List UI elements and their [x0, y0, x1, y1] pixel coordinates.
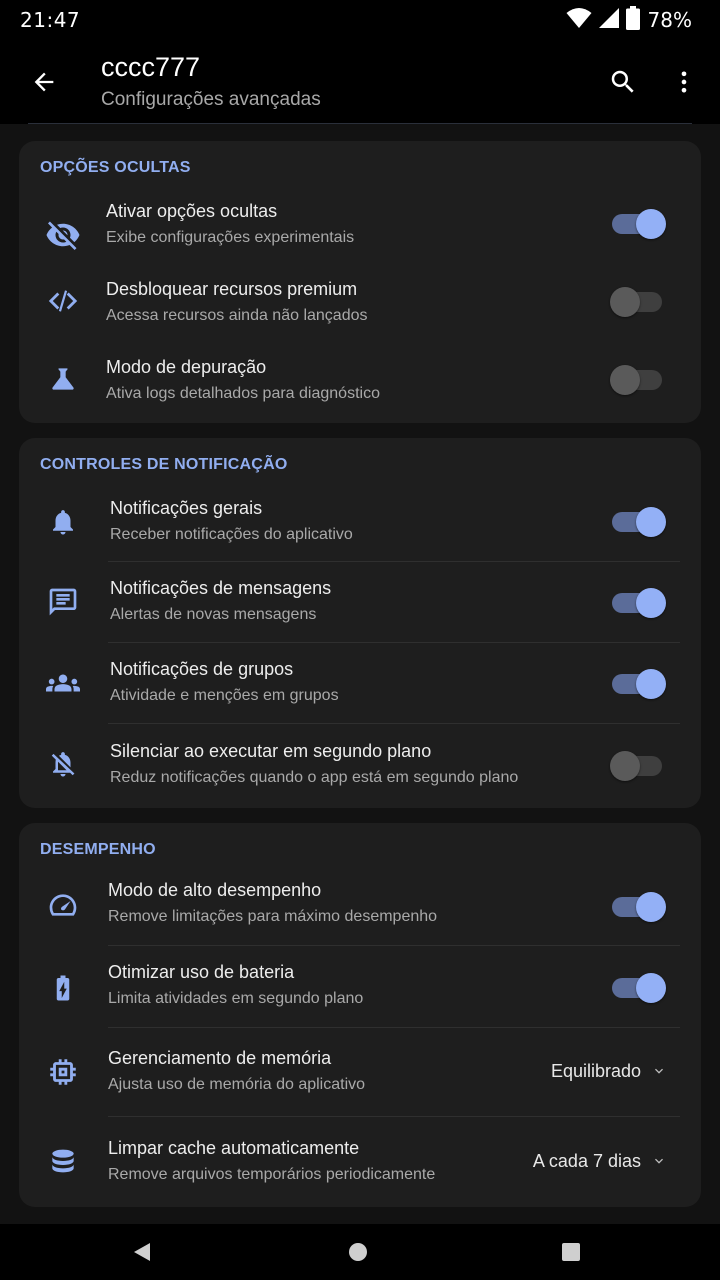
setting-subtitle: Alertas de novas mensagens	[110, 606, 317, 623]
battery-icon	[43, 968, 83, 1008]
setting-row-battery-optimization[interactable]: Otimizar uso de bateria Limita atividade…	[19, 946, 701, 1027]
back-button[interactable]	[22, 60, 66, 104]
page-subtitle: Configurações avançadas	[101, 89, 321, 110]
section-hidden-options: OPÇÕES OCULTAS Ativar opções ocultas Exi…	[19, 141, 701, 423]
debug-toggle[interactable]	[610, 360, 668, 396]
section-notification-controls: CONTROLES DE NOTIFICAÇÃO Notificações ge…	[19, 438, 701, 808]
search-icon	[611, 70, 634, 93]
setting-title: Silenciar ao executar em segundo plano	[110, 741, 432, 761]
setting-title: Otimizar uso de bateria	[108, 962, 295, 982]
setting-row-hidden-options[interactable]: Ativar opções ocultas Exibe configuraçõe…	[19, 193, 701, 271]
status-bar: 21:47 78%	[0, 0, 720, 40]
setting-subtitle: Limita atividades em segundo plano	[108, 990, 364, 1007]
setting-row-memory-management[interactable]: Gerenciamento de memória Ajusta uso de m…	[19, 1028, 701, 1116]
setting-title: Notificações de mensagens	[110, 578, 332, 598]
signal-icon	[598, 7, 620, 33]
flask-icon	[43, 359, 83, 399]
setting-title: Notificações gerais	[110, 498, 263, 518]
auto-clear-cache-dropdown[interactable]: A cada 7 dias	[533, 1146, 667, 1176]
chevron-down-icon	[655, 1158, 663, 1164]
page-title: cccc777	[101, 52, 201, 82]
section-title: DESEMPENHO	[40, 841, 156, 858]
square-recents-icon	[562, 1243, 580, 1261]
setting-subtitle: Receber notificações do aplicativo	[110, 526, 353, 543]
setting-row-general-notifications[interactable]: Notificações gerais Receber notificações…	[19, 490, 701, 561]
group-notifications-toggle[interactable]	[610, 664, 668, 700]
setting-title: Modo de alto desempenho	[108, 880, 322, 900]
setting-row-silence-background[interactable]: Silenciar ao executar em segundo plano R…	[19, 724, 701, 808]
message-icon	[43, 582, 83, 622]
memory-management-dropdown[interactable]: Equilibrado	[551, 1056, 667, 1086]
search-button[interactable]	[601, 60, 645, 104]
nav-back-button[interactable]	[122, 1232, 162, 1272]
navigation-bar	[0, 1224, 720, 1280]
status-icons: 78%	[566, 6, 692, 34]
silence-background-toggle[interactable]	[610, 746, 668, 782]
code-icon	[43, 281, 83, 321]
section-title: OPÇÕES OCULTAS	[40, 159, 191, 176]
setting-subtitle: Reduz notificações quando o app está em …	[110, 769, 519, 786]
section-performance: DESEMPENHO Modo de alto desempenho Remov…	[19, 823, 701, 1207]
setting-subtitle: Atividade e menções em grupos	[110, 687, 339, 704]
eye-off-icon	[43, 215, 83, 255]
setting-row-high-performance[interactable]: Modo de alto desempenho Remove limitaçõe…	[19, 873, 701, 945]
setting-subtitle: Remove arquivos temporários periodicamen…	[108, 1166, 436, 1183]
chevron-down-icon	[655, 1068, 663, 1074]
bell-icon	[43, 502, 83, 542]
battery-optimization-toggle[interactable]	[610, 968, 668, 1004]
setting-row-message-notifications[interactable]: Notificações de mensagens Alertas de nov…	[19, 562, 701, 642]
dropdown-value: Equilibrado	[550, 1060, 641, 1081]
bell-off-icon	[43, 744, 83, 784]
group-icon	[43, 663, 83, 703]
more-vert-icon	[681, 71, 687, 93]
setting-row-debug[interactable]: Modo de depuração Ativa logs detalhados …	[19, 349, 701, 423]
setting-title: Modo de depuração	[106, 357, 267, 377]
setting-row-group-notifications[interactable]: Notificações de grupos Atividade e mençõ…	[19, 643, 701, 723]
setting-title: Desbloquear recursos premium	[106, 279, 358, 299]
setting-subtitle: Ajusta uso de memória do aplicativo	[108, 1076, 366, 1093]
general-notifications-toggle[interactable]	[610, 502, 668, 538]
app-bar: cccc777 Configurações avançadas	[0, 40, 720, 124]
triangle-back-icon	[134, 1243, 150, 1261]
section-title: CONTROLES DE NOTIFICAÇÃO	[40, 456, 288, 473]
setting-title: Ativar opções ocultas	[106, 201, 278, 221]
setting-row-auto-clear-cache[interactable]: Limpar cache automaticamente Remove arqu…	[19, 1117, 701, 1207]
database-icon	[43, 1143, 83, 1183]
setting-subtitle: Acessa recursos ainda não lançados	[106, 307, 368, 324]
setting-title: Notificações de grupos	[110, 659, 294, 679]
setting-row-premium[interactable]: Desbloquear recursos premium Acessa recu…	[19, 271, 701, 349]
setting-title: Gerenciamento de memória	[108, 1048, 332, 1068]
battery-status-icon	[625, 6, 640, 34]
wifi-icon	[566, 7, 592, 33]
chip-icon	[43, 1052, 83, 1092]
speedometer-icon	[43, 885, 83, 925]
setting-subtitle: Ativa logs detalhados para diagnóstico	[106, 385, 380, 402]
setting-subtitle: Remove limitações para máximo desempenho	[108, 908, 438, 925]
battery-percent: 78%	[647, 8, 692, 32]
more-options-button[interactable]	[662, 60, 706, 104]
setting-title: Limpar cache automaticamente	[108, 1138, 360, 1158]
hidden-options-toggle[interactable]	[610, 204, 668, 240]
nav-home-button[interactable]	[338, 1232, 378, 1272]
message-notifications-toggle[interactable]	[610, 583, 668, 619]
premium-toggle[interactable]	[610, 282, 668, 318]
high-performance-toggle[interactable]	[610, 887, 668, 923]
dropdown-value: A cada 7 dias	[532, 1150, 641, 1171]
nav-recents-button[interactable]	[551, 1232, 591, 1272]
arrow-back-icon	[34, 72, 54, 92]
appbar-divider	[28, 123, 692, 124]
circle-home-icon	[349, 1243, 367, 1261]
status-time: 21:47	[20, 8, 81, 32]
setting-subtitle: Exibe configurações experimentais	[106, 229, 355, 246]
